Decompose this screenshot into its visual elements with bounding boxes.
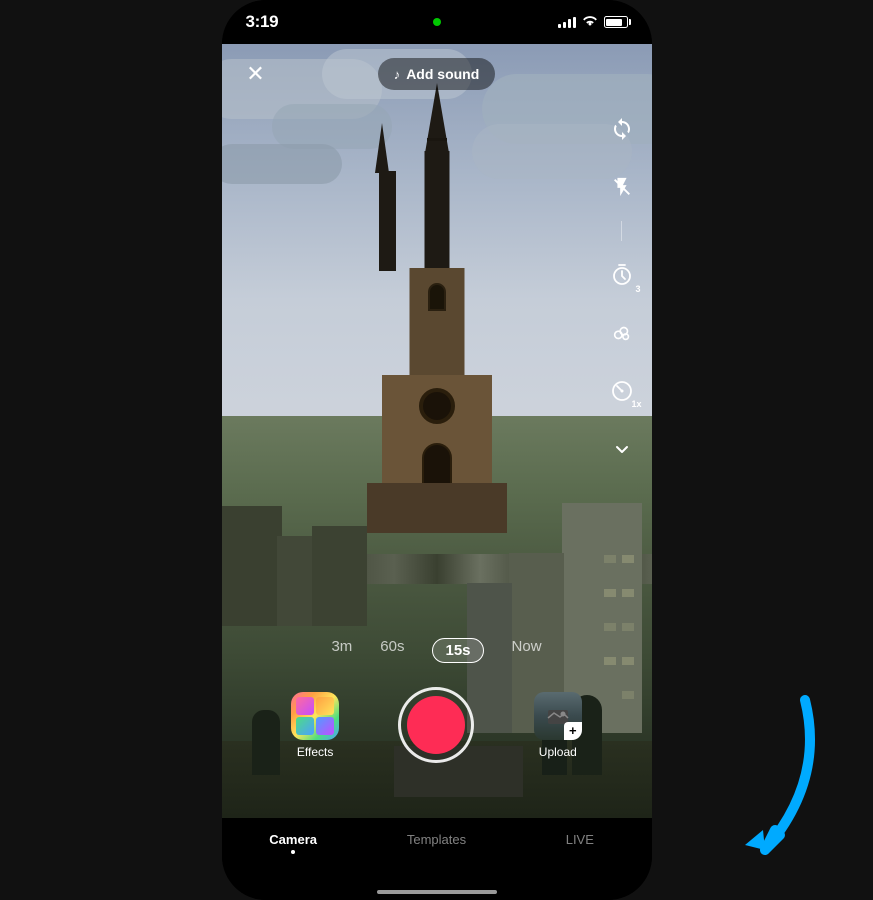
status-time: 3:19 xyxy=(246,12,279,32)
flip-camera-button[interactable] xyxy=(602,109,642,149)
flash-icon xyxy=(611,176,633,198)
upload-plus-icon: + xyxy=(564,722,582,740)
battery-icon xyxy=(604,16,628,28)
effects-icon xyxy=(291,692,339,740)
nav-label-camera: Camera xyxy=(269,832,317,847)
flash-button[interactable] xyxy=(602,167,642,207)
status-bar: 3:19 xyxy=(222,0,652,44)
timer-number: 3 xyxy=(635,284,640,294)
timer-button[interactable]: 3 xyxy=(602,255,642,295)
record-inner xyxy=(407,696,465,754)
close-button[interactable]: ✕ xyxy=(238,56,274,92)
phone-frame: 3:19 xyxy=(222,0,652,900)
divider xyxy=(621,221,622,241)
upload-icon: + xyxy=(534,692,582,740)
nav-label-templates: Templates xyxy=(407,832,466,847)
add-sound-button[interactable]: ♪ Add sound xyxy=(378,58,496,90)
bottom-controls: Effects xyxy=(222,687,652,763)
camera-viewfinder: ✕ ♪ Add sound xyxy=(222,44,652,818)
speed-button[interactable]: 1x xyxy=(602,371,642,411)
flip-icon xyxy=(610,117,634,141)
church xyxy=(367,83,507,780)
speed-label: 1x xyxy=(631,399,641,409)
arrow-annotation xyxy=(625,660,845,880)
upload-label: Upload xyxy=(539,745,577,759)
nav-item-templates[interactable]: Templates xyxy=(406,832,466,847)
duration-3m[interactable]: 3m xyxy=(331,638,352,663)
signal-bars xyxy=(558,16,576,28)
status-dot xyxy=(433,18,441,26)
bottom-nav: Camera Templates LIVE xyxy=(222,818,652,900)
upload-button[interactable]: + Upload xyxy=(534,692,582,759)
timer-icon xyxy=(610,263,634,287)
nav-label-live: LIVE xyxy=(566,832,594,847)
home-indicator xyxy=(377,890,497,894)
nav-active-dot xyxy=(291,850,295,854)
duration-60s[interactable]: 60s xyxy=(380,638,404,663)
more-button[interactable] xyxy=(602,429,642,469)
top-controls: ✕ ♪ Add sound xyxy=(222,56,652,92)
wifi-icon xyxy=(582,14,598,30)
status-icons xyxy=(558,14,628,30)
chevron-down-icon xyxy=(610,437,634,461)
right-controls: 3 1x xyxy=(602,109,642,469)
effects-button[interactable]: Effects xyxy=(291,692,339,759)
speed-icon xyxy=(610,379,634,403)
duration-bar: 3m 60s 15s Now xyxy=(222,638,652,663)
close-icon: ✕ xyxy=(246,63,264,85)
cloud-6 xyxy=(222,144,342,184)
record-button[interactable] xyxy=(398,687,474,763)
effects-label: Effects xyxy=(297,745,333,759)
nav-item-live[interactable]: LIVE xyxy=(550,832,610,847)
duration-15s[interactable]: 15s xyxy=(432,638,483,663)
music-note-icon: ♪ xyxy=(394,67,401,82)
nav-item-camera[interactable]: Camera xyxy=(263,832,323,854)
duration-now[interactable]: Now xyxy=(512,638,542,663)
beauty-icon xyxy=(611,322,633,344)
beauty-button[interactable] xyxy=(602,313,642,353)
